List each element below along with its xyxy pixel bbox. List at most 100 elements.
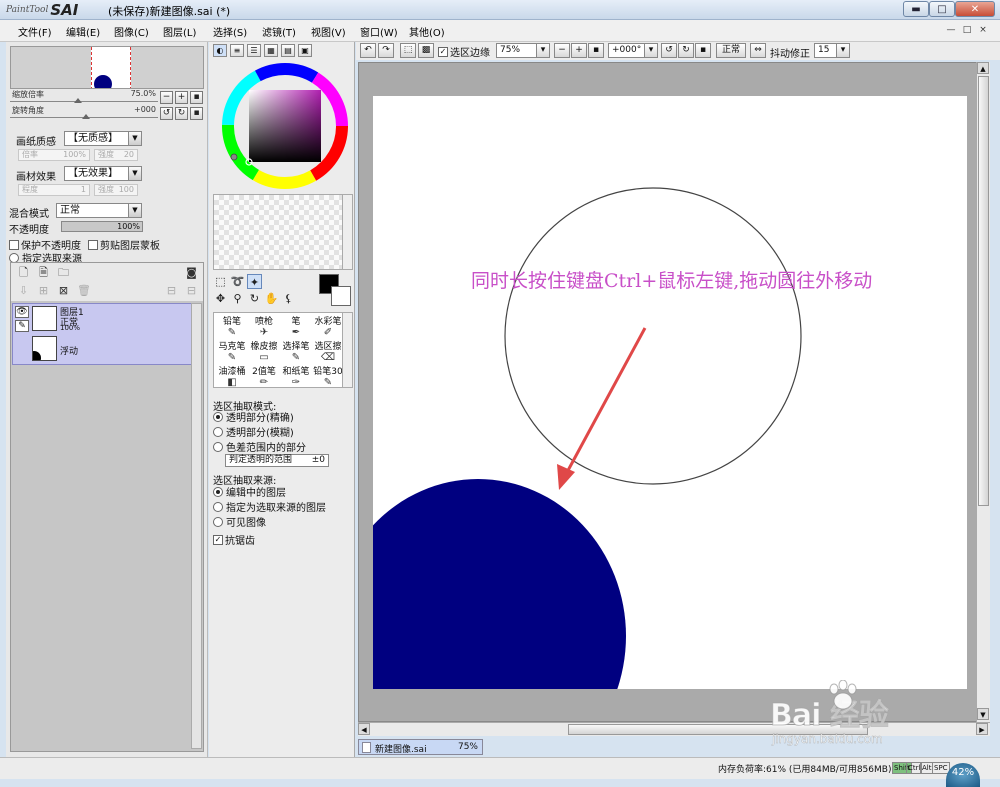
brush-tool-1[interactable]: 喷枪 ✈	[248, 314, 280, 338]
color-wheel-tab[interactable]: ◐	[213, 44, 227, 57]
chevron-down-icon[interactable]: ▾	[536, 43, 550, 58]
flip-canvas-button[interactable]: ⇔	[750, 43, 766, 58]
brush-tool-3[interactable]: 水彩笔 ✐	[312, 314, 344, 338]
background-color-swatch[interactable]	[331, 286, 351, 306]
swatch-grid[interactable]	[213, 194, 353, 270]
invert-selection-button[interactable]: ▩	[418, 43, 434, 58]
brush-tool-10[interactable]: 和纸笔 ✑	[280, 364, 312, 388]
mode-transparent-exact-radio[interactable]: 透明部分(精确)	[213, 409, 294, 424]
minimize-button[interactable]: ▬	[903, 1, 929, 17]
mdi-minimize-button[interactable]: —	[944, 24, 958, 37]
menu-filter[interactable]: 滤镜(T)	[262, 24, 296, 39]
hsv-slider-tab[interactable]: ☰	[247, 44, 261, 57]
mdi-maximize-button[interactable]: □	[960, 24, 974, 37]
brush-tool-9[interactable]: 2值笔 ✏	[248, 364, 280, 388]
effect-strength-field[interactable]: 强度 100	[94, 184, 138, 196]
rotate-right-button[interactable]: ↻	[175, 107, 188, 120]
lasso-icon[interactable]: ➰	[230, 274, 245, 289]
brush-tool-0[interactable]: 铅笔 ✎	[216, 314, 248, 338]
mode-color-range-radio[interactable]: 色差范围内的部分	[213, 439, 306, 454]
ungroup-layers-icon[interactable]: ⊟	[185, 285, 198, 298]
merge-down-icon[interactable]: ⊞	[37, 285, 50, 298]
scroll-up-icon[interactable]: ▲	[977, 62, 989, 74]
source-current-layer-radio[interactable]: 编辑中的图层	[213, 484, 286, 499]
swatch-scrollbar[interactable]	[342, 195, 352, 269]
opacity-slider[interactable]: 100%	[61, 221, 143, 232]
redo-button[interactable]: ↷	[378, 43, 394, 58]
brush-tool-4[interactable]: 马克笔 ✎	[216, 339, 248, 363]
maximize-button[interactable]: □	[929, 1, 955, 17]
rotate-reset-button[interactable]: ▪	[190, 107, 203, 120]
transfer-down-icon[interactable]: ⇩	[17, 285, 30, 298]
layer-scrollbar[interactable]	[191, 303, 202, 749]
group-layers-icon[interactable]: ⊟	[165, 285, 178, 298]
zoom-reset-button[interactable]: ▪	[190, 91, 203, 104]
zoom-in-button[interactable]: +	[571, 43, 587, 58]
vertical-scroll-thumb[interactable]	[978, 76, 989, 506]
brush-tool-8[interactable]: 油漆桶 ◧	[216, 364, 248, 388]
zoom-slider[interactable]: 缩放倍率 75.0%	[10, 89, 158, 103]
magic-wand-icon[interactable]: ✦	[247, 274, 262, 289]
rotate-reset-button[interactable]: ▪	[695, 43, 711, 58]
brush-tool-11[interactable]: 铅笔30 ✎	[312, 364, 344, 388]
menu-other[interactable]: 其他(O)	[409, 24, 445, 39]
zoom-icon[interactable]: ⚲	[230, 291, 245, 306]
brush-lock-icon[interactable]: ✎	[15, 320, 29, 332]
paper-scale-field[interactable]: 倍率 100%	[18, 149, 90, 161]
deselect-button[interactable]: ⬚	[400, 43, 416, 58]
menu-file[interactable]: 文件(F)	[18, 24, 52, 39]
brush-tool-6[interactable]: 选择笔 ✎	[280, 339, 312, 363]
blue-circle[interactable]	[373, 479, 626, 689]
swatches-tab[interactable]: ▤	[281, 44, 295, 57]
rect-select-icon[interactable]: ⬚	[213, 274, 228, 289]
selection-edge-checkbox[interactable]: ✓ 选区边缘	[438, 44, 490, 59]
scratchpad-tab[interactable]: ▣	[298, 44, 312, 57]
new-folder-icon[interactable]: 🗀	[57, 267, 70, 280]
scroll-left-icon[interactable]: ◀	[358, 723, 370, 735]
brush-tool-2[interactable]: 笔 ✒	[280, 314, 312, 338]
menu-image[interactable]: 图像(C)	[114, 24, 149, 39]
effect-width-field[interactable]: 程度 1	[18, 184, 90, 196]
brush-effect-select[interactable]: 【无效果】 ▼	[64, 166, 142, 181]
layer-settings-icon[interactable]: ◙	[185, 267, 198, 280]
zoom-in-button[interactable]: +	[175, 91, 188, 104]
rotate-slider[interactable]: 旋转角度 +000	[10, 105, 158, 119]
new-linework-layer-icon[interactable]: 🗎	[37, 267, 50, 280]
chevron-down-icon[interactable]: ▾	[836, 43, 850, 58]
rotate-right-button[interactable]: ↻	[678, 43, 694, 58]
brush-tool-5[interactable]: 橡皮擦 ▭	[248, 339, 280, 363]
palette-tab[interactable]: ▦	[264, 44, 278, 57]
new-layer-icon[interactable]: 🗋	[17, 267, 30, 280]
mdi-close-button[interactable]: ×	[976, 24, 990, 37]
navigator-preview[interactable]	[10, 46, 204, 89]
brush-tool-7[interactable]: 选区擦 ⌫	[312, 339, 344, 363]
hue-picker-cursor[interactable]	[230, 153, 238, 161]
delete-layer-icon[interactable]: 🗑	[77, 285, 91, 298]
mode-transparent-fuzzy-radio[interactable]: 透明部分(模糊)	[213, 424, 294, 439]
rotate-thumb[interactable]	[82, 114, 90, 119]
zoom-out-button[interactable]: −	[554, 43, 570, 58]
clear-layer-icon[interactable]: ⊠	[57, 285, 70, 298]
scroll-down-icon[interactable]: ▼	[977, 708, 989, 720]
document-tab[interactable]: 新建图像.sai 75%	[358, 739, 483, 755]
undo-button[interactable]: ↶	[360, 43, 376, 58]
clip-group-checkbox[interactable]: 剪贴图层蒙板	[88, 237, 160, 252]
rotate-left-button[interactable]: ↺	[661, 43, 677, 58]
canvas-area[interactable]: 同时长按住键盘Ctrl+鼠标左键,拖动圆往外移动	[358, 62, 990, 722]
vertical-scrollbar[interactable]: ▲ ▼	[976, 62, 990, 722]
menu-edit[interactable]: 编辑(E)	[66, 24, 100, 39]
rotate-left-button[interactable]: ↺	[160, 107, 173, 120]
rgb-slider-tab[interactable]: ≡	[230, 44, 244, 57]
layer-row[interactable]: 👁 ✎ 图层1 正常 100% 浮动	[12, 303, 192, 365]
antialias-checkbox[interactable]: ✓ 抗锯齿	[213, 532, 255, 547]
menu-layer[interactable]: 图层(L)	[163, 24, 196, 39]
hand-icon[interactable]: ✋	[264, 291, 279, 306]
color-wheel[interactable]	[221, 62, 349, 190]
menu-view[interactable]: 视图(V)	[311, 24, 346, 39]
menu-window[interactable]: 窗口(W)	[360, 24, 398, 39]
blend-mode-select[interactable]: 正常 ▼	[56, 203, 142, 218]
selection-circle[interactable]	[504, 187, 802, 485]
canvas-drawing[interactable]	[373, 96, 967, 689]
rotate-icon[interactable]: ↻	[247, 291, 262, 306]
canvas-paper[interactable]: 同时长按住键盘Ctrl+鼠标左键,拖动圆往外移动	[373, 96, 967, 689]
